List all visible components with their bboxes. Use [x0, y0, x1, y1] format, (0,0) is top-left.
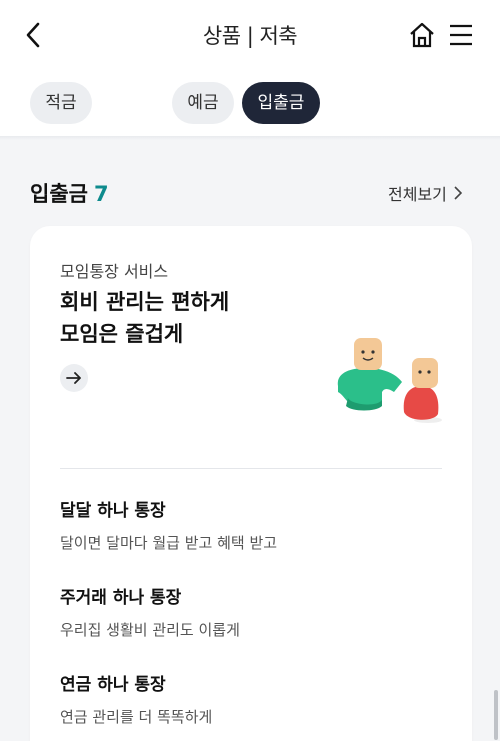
section-title: 입출금 7 — [30, 178, 109, 208]
product-description: 달이면 달마다 월급 받고 혜택 받고 — [60, 534, 278, 552]
promo-title-line1: 회비 관리는 편하게 — [60, 290, 230, 314]
filter-chip-savings[interactable]: 적금 — [30, 82, 92, 124]
product-item[interactable]: 주거래 하나 통장 우리집 생활비 관리도 이롭게 — [60, 583, 442, 640]
blank-block — [330, 74, 436, 132]
app-header: 상품 | 저축 — [0, 0, 500, 70]
filter-chip-checking[interactable]: 입출금 — [242, 82, 320, 124]
promo-title: 회비 관리는 편하게 모임은 즐겁게 — [60, 286, 229, 350]
group-people-illustration — [337, 338, 442, 423]
product-name: 주거래 하나 통장 — [60, 588, 182, 608]
product-description: 연금 관리를 더 똑똑하게 — [60, 708, 213, 726]
chevron-right-icon — [454, 186, 462, 200]
blank-block — [98, 74, 164, 132]
hamburger-menu-icon — [450, 24, 472, 46]
view-all-label: 전체보기 — [388, 185, 447, 204]
product-item[interactable]: 연금 하나 통장 연금 관리를 더 똑똑하게 — [60, 670, 442, 727]
product-card: 모임통장 서비스 회비 관리는 편하게 모임은 즐겁게 달달 하나 통장 달이면… — [30, 226, 472, 741]
filter-chip-deposit[interactable]: 예금 — [172, 82, 234, 124]
promo-subtitle: 모임통장 서비스 — [60, 262, 169, 281]
arrow-right-icon — [66, 372, 81, 384]
product-description: 우리집 생활비 관리도 이롭게 — [60, 621, 240, 639]
section-count: 7 — [93, 182, 109, 206]
scrollbar[interactable] — [494, 690, 498, 740]
promo-arrow-button[interactable] — [60, 364, 88, 392]
home-button[interactable] — [409, 22, 435, 48]
section-title-text: 입출금 — [30, 182, 88, 206]
header-shadow — [0, 136, 500, 140]
product-name: 연금 하나 통장 — [60, 675, 166, 695]
menu-button[interactable] — [449, 23, 473, 47]
product-item[interactable]: 달달 하나 통장 달이면 달마다 월급 받고 혜택 받고 — [60, 496, 442, 553]
product-name: 달달 하나 통장 — [60, 501, 166, 521]
promo-title-line2: 모임은 즐겁게 — [60, 322, 184, 346]
view-all-link[interactable]: 전체보기 — [388, 181, 462, 205]
category-filter-bar: 적금 예금 입출금 — [0, 70, 500, 136]
home-icon — [410, 22, 434, 48]
card-divider — [60, 468, 442, 469]
